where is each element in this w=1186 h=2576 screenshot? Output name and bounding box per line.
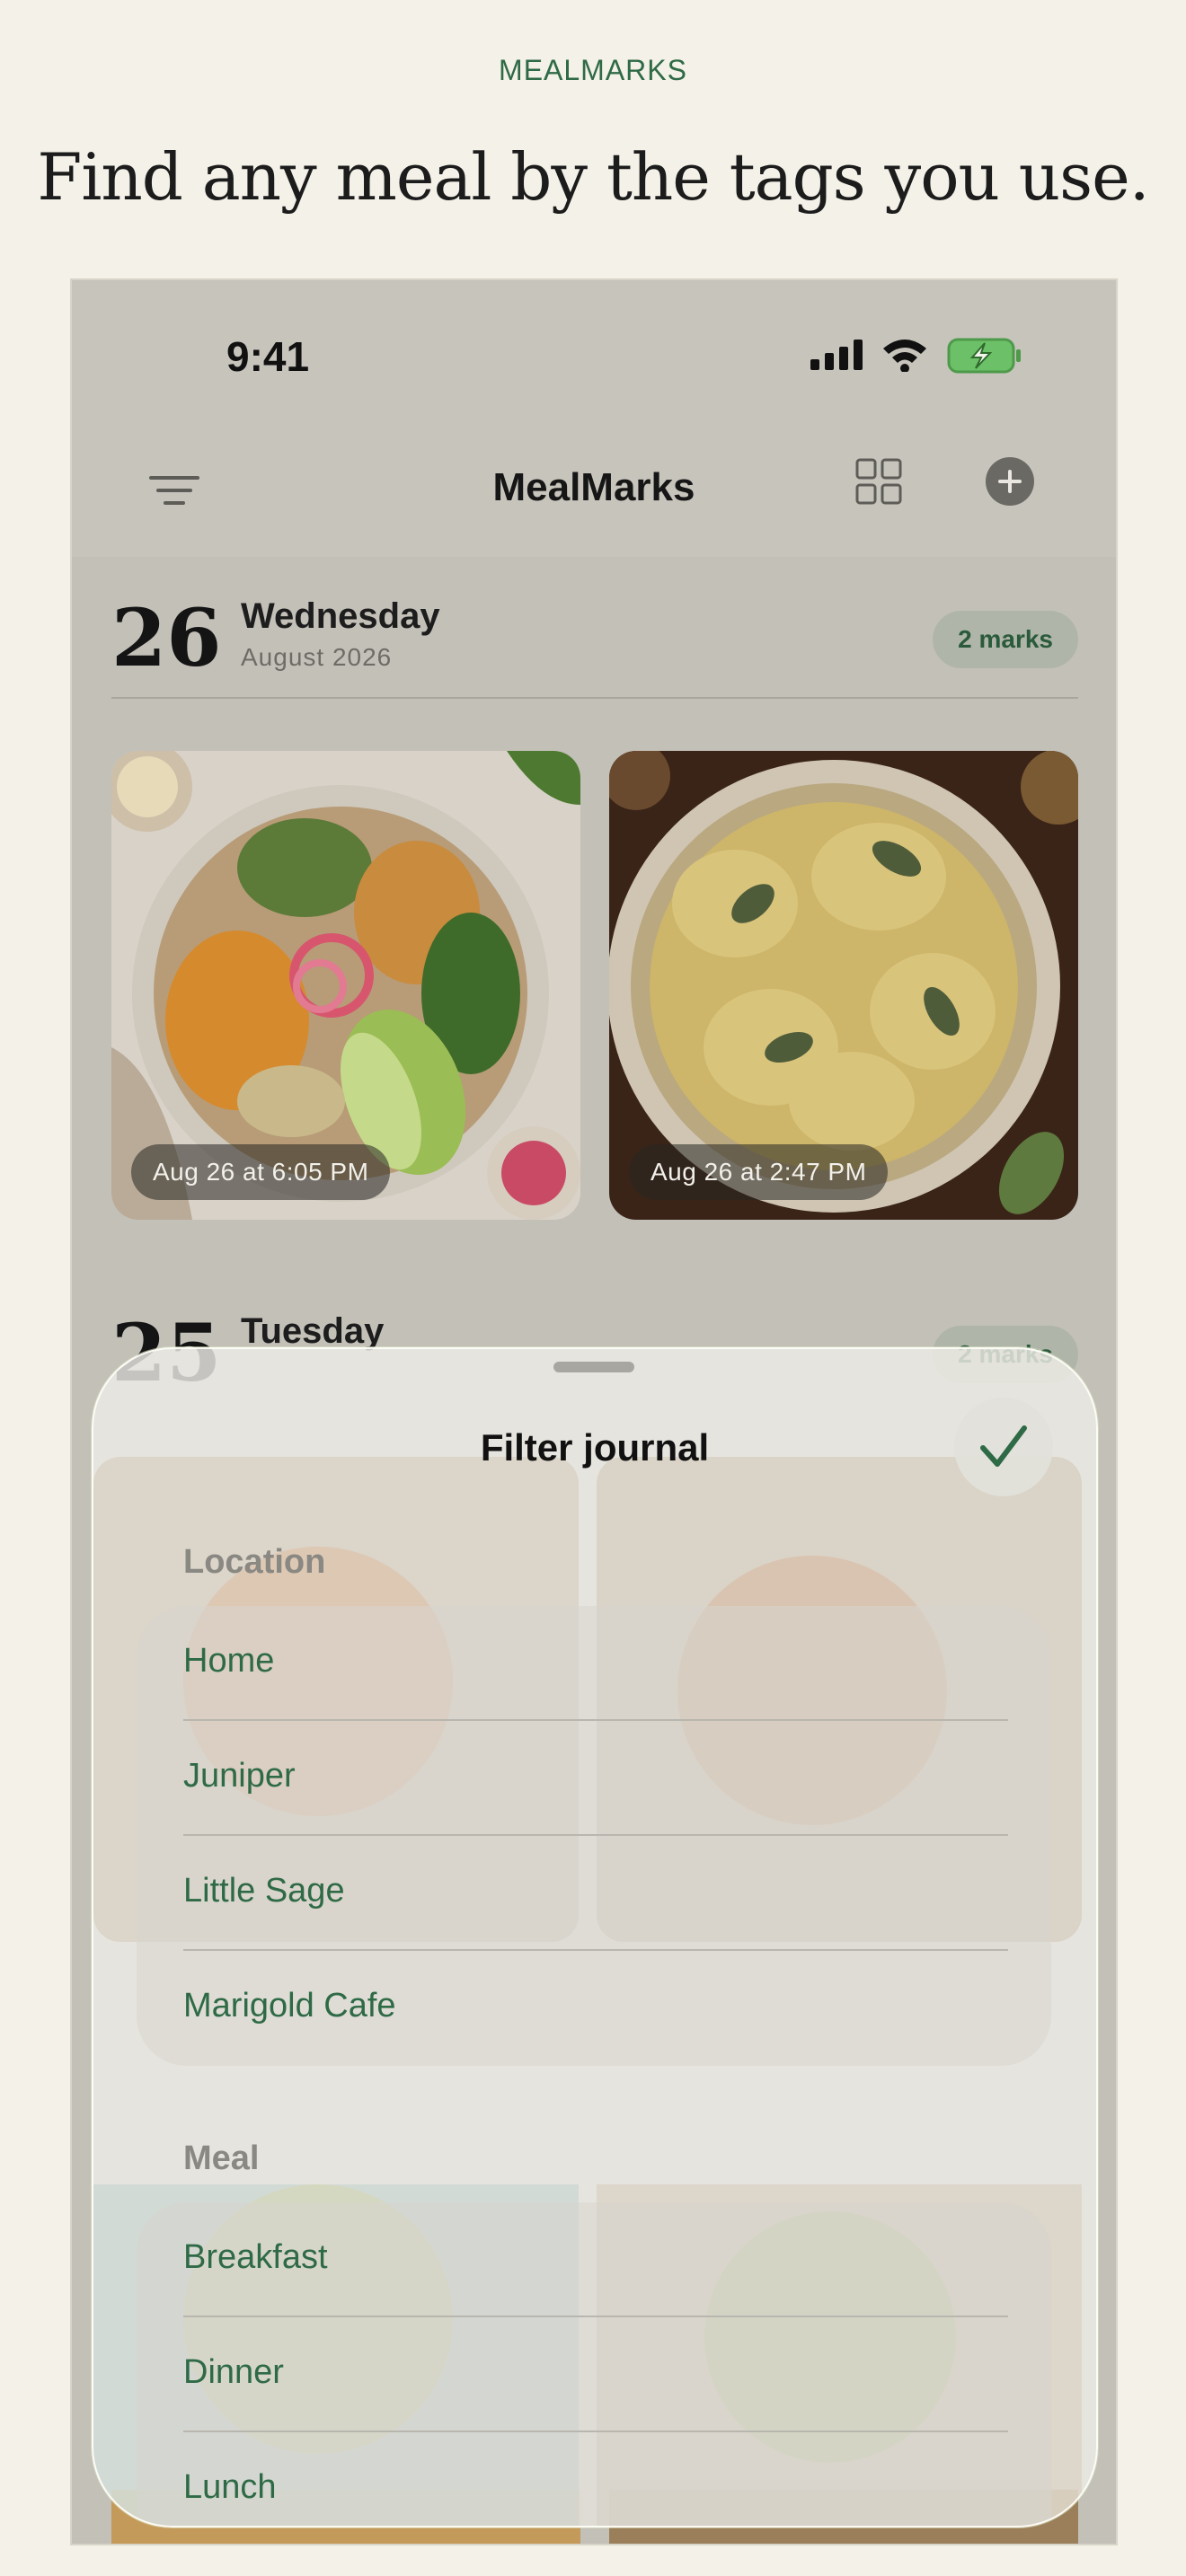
photo-timestamp: Aug 26 at 6:05 PM	[131, 1144, 391, 1200]
option-label: Lunch	[183, 2468, 277, 2506]
meal-options-group: Breakfast Dinner Lunch	[137, 2202, 1051, 2526]
option-breakfast[interactable]: Breakfast	[183, 2202, 1008, 2317]
option-little-sage[interactable]: Little Sage	[183, 1836, 1008, 1951]
done-button[interactable]	[954, 1398, 1053, 1496]
option-lunch[interactable]: Lunch	[183, 2432, 1008, 2526]
option-label: Juniper	[183, 1757, 296, 1795]
option-label: Little Sage	[183, 1872, 345, 1910]
brand-label: MEALMARKS	[499, 54, 687, 86]
day-weekday: Tuesday	[241, 1311, 385, 1351]
app-title: MealMarks	[492, 465, 695, 509]
marks-count-badge: 2 marks	[933, 611, 1078, 668]
divider	[111, 697, 1078, 699]
grid-icon[interactable]	[855, 458, 902, 505]
option-label: Breakfast	[183, 2238, 328, 2276]
sheet-grabber[interactable]	[553, 1362, 634, 1372]
status-time: 9:41	[226, 333, 310, 380]
photo-timestamp: Aug 26 at 2:47 PM	[629, 1144, 889, 1200]
nav-bar: MealMarks	[72, 433, 1116, 541]
section-label-location: Location	[183, 1543, 326, 1581]
plus-circle-icon[interactable]	[985, 456, 1035, 507]
section-label-meal: Meal	[183, 2139, 260, 2177]
day-header: 26 Wednesday August 2026 2 marks	[111, 564, 1078, 684]
option-label: Home	[183, 1642, 275, 1680]
signal-icon	[810, 340, 863, 370]
option-marigold-cafe[interactable]: Marigold Cafe	[183, 1951, 1008, 2066]
option-label: Dinner	[183, 2353, 284, 2391]
checkmark-icon	[980, 1425, 1027, 1467]
day-weekday: Wednesday	[241, 596, 440, 636]
meal-photo-grain-bowl[interactable]: Aug 26 at 6:05 PM	[111, 751, 580, 1220]
wifi-icon	[883, 340, 926, 372]
meal-photo-ravioli[interactable]: Aug 26 at 2:47 PM	[609, 751, 1078, 1220]
day-month: August 2026	[241, 643, 393, 671]
option-dinner[interactable]: Dinner	[183, 2317, 1008, 2432]
option-label: Marigold Cafe	[183, 1987, 396, 2025]
option-home[interactable]: Home	[183, 1606, 1008, 1721]
sheet-title: Filter journal	[480, 1426, 710, 1469]
option-juniper[interactable]: Juniper	[183, 1721, 1008, 1836]
filter-sheet: Filter journal Location Home Juniper Lit…	[92, 1347, 1098, 2527]
status-bar: 9:41	[72, 280, 1116, 415]
day-number: 26	[111, 591, 222, 684]
battery-charging-icon	[947, 338, 1021, 374]
location-options-group: Home Juniper Little Sage Marigold Cafe	[137, 1606, 1051, 2066]
headline: Find any meal by the tags you use.	[37, 139, 1149, 215]
